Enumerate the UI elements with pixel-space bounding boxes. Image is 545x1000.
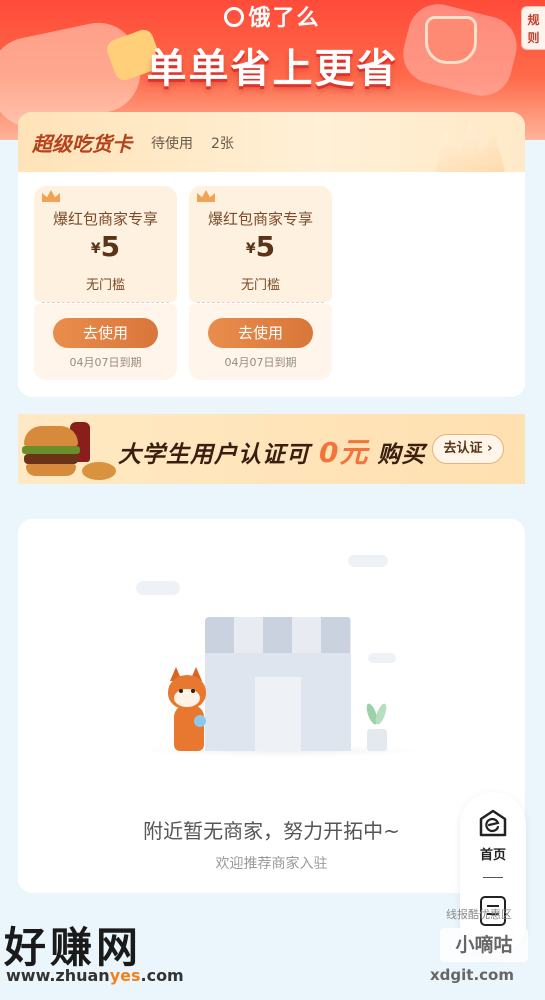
brand-logo: 饿了么 (0, 0, 545, 32)
super-card-status: 待使用 (151, 136, 193, 152)
super-card-title: 超级吃货卡 (32, 132, 132, 156)
coupon-currency: ¥ (245, 241, 256, 257)
rules-button[interactable]: 规则 (521, 6, 545, 50)
use-coupon-button[interactable]: 去使用 (208, 318, 313, 348)
student-promo-banner[interactable]: 大学生用户认证可 0元 购买 去认证 › (18, 414, 525, 484)
coupon-amount: 5 (255, 230, 276, 263)
cloud-decoration (136, 581, 180, 595)
coupon-price: ¥5 (189, 230, 332, 263)
coupon-name: 爆红包商家专享 (52, 210, 158, 228)
coupon-name: 爆红包商家专享 (207, 210, 313, 228)
promo-highlight: 0元 (319, 436, 369, 469)
watermark-site-cn: 线报酷优惠区 (446, 908, 512, 921)
empty-state-title: 附近暂无商家，努力开拓中~ (143, 819, 400, 843)
super-foodie-card: 超级吃货卡 待使用 2张 爆红包商家专享 ¥5 无门槛 去使用 04月07日到期… (18, 112, 525, 397)
coupon-condition: 无门槛 (240, 278, 280, 293)
store-illustration (205, 617, 351, 751)
watermark-box: 小嘀咕 (440, 928, 528, 962)
super-card-count: 2张 (211, 136, 234, 152)
coupon-amount: 5 (100, 230, 121, 263)
coupon-card: 爆红包商家专享 ¥5 无门槛 去使用 04月07日到期 (34, 186, 177, 380)
coupon-expire-date: 04月07日到期 (224, 356, 297, 369)
empty-state-subtitle: 欢迎推荐商家入驻 (215, 856, 328, 872)
promo-text: 大学生用户认证可 0元 购买 (118, 431, 426, 471)
watermark-domain-right: xdgit.com (430, 966, 514, 984)
promo-text-before: 大学生用户认证可 (118, 442, 310, 468)
super-card-header: 超级吃货卡 待使用 2张 (18, 112, 525, 172)
empty-state-card: 附近暂无商家，努力开拓中~ 欢迎推荐商家入驻 (18, 519, 525, 893)
food-illustration (20, 418, 116, 482)
coupon-card: 爆红包商家专享 ¥5 无门槛 去使用 04月07日到期 (189, 186, 332, 380)
coupon-expire-date: 04月07日到期 (69, 356, 142, 369)
watermark-domain-left: www.zhuanyes.com (6, 966, 184, 985)
verify-button[interactable]: 去认证 › (432, 434, 504, 464)
use-coupon-button[interactable]: 去使用 (53, 318, 158, 348)
shiba-mascot (168, 667, 208, 751)
brand-name: 饿了么 (248, 6, 321, 31)
crown-decoration (435, 120, 505, 172)
eleme-logo-icon (224, 7, 245, 27)
coupon-condition: 无门槛 (85, 278, 125, 293)
promo-text-after: 购买 (377, 442, 426, 468)
banner-slogan: 单单省上更省 (146, 46, 399, 92)
cloud-decoration (348, 555, 388, 567)
coupon-price: ¥5 (34, 230, 177, 263)
nav-divider (483, 877, 503, 878)
plant-illustration (364, 702, 389, 751)
coupon-currency: ¥ (90, 241, 101, 257)
cloud-decoration (368, 653, 396, 663)
home-icon[interactable] (478, 808, 508, 838)
home-nav-label[interactable]: 首页 (460, 844, 526, 863)
